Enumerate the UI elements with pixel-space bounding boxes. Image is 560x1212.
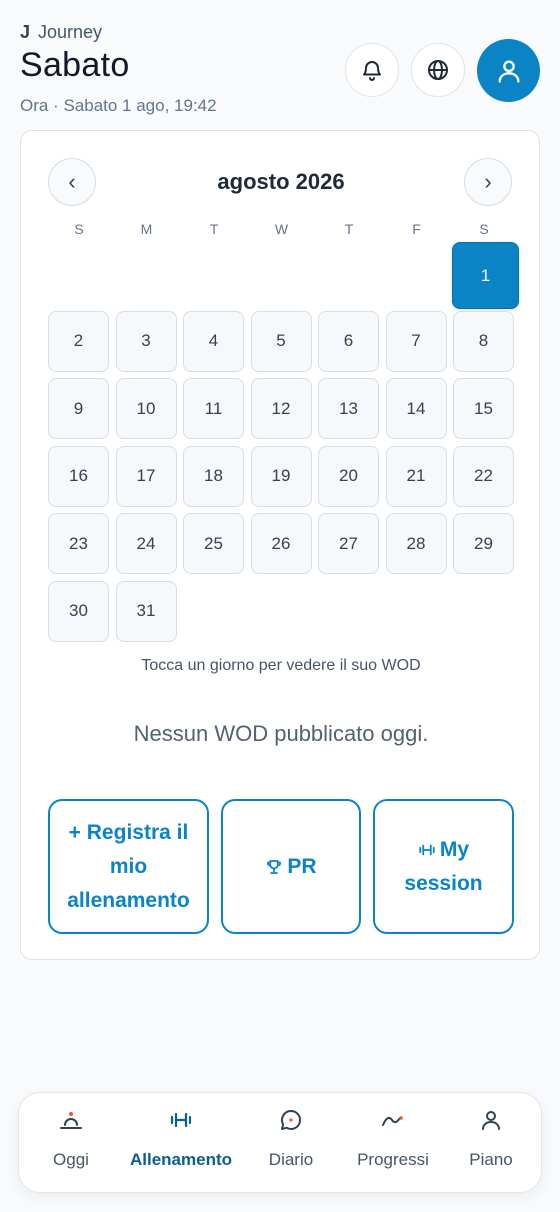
- calendar-day[interactable]: 31: [115, 580, 177, 642]
- bell-icon: [363, 61, 381, 81]
- pr-label: PR: [287, 854, 317, 878]
- calendar-day[interactable]: 30: [48, 580, 109, 642]
- my-session-button[interactable]: My session: [373, 799, 514, 934]
- tab-diario[interactable]: Diario: [239, 1093, 343, 1193]
- my-session-label: My session: [404, 837, 483, 895]
- day-grid: 1 2 3 4 5 6 7 8 9 10 11 12 13 14 15 16 17 18 19 20 21 22 23 24 2…: [48, 242, 519, 643]
- calendar-day[interactable]: 9: [48, 378, 109, 439]
- calendar-day[interactable]: 12: [250, 378, 312, 439]
- notifications-button[interactable]: [345, 43, 399, 97]
- brand-logo: J: [20, 22, 31, 42]
- user-icon: [498, 59, 519, 83]
- weekday-label: M: [140, 221, 153, 237]
- calendar-day[interactable]: 17: [115, 445, 177, 507]
- wod-empty-message: Nessun WOD pubblicato oggi.: [133, 721, 429, 746]
- calendar-day[interactable]: 4: [183, 310, 244, 372]
- weekday-label: S: [74, 221, 84, 237]
- calendar-day[interactable]: 15: [453, 378, 514, 439]
- log-workout-button[interactable]: + Registra il mio allenamento: [48, 799, 209, 934]
- calendar-day[interactable]: 18: [183, 445, 244, 507]
- tab-label: Piano: [469, 1150, 513, 1169]
- tab-label: Diario: [268, 1150, 314, 1169]
- log-workout-label: + Registra il mio allenamento: [67, 820, 190, 912]
- weekday-label: W: [274, 221, 289, 237]
- weekday-label: S: [479, 221, 489, 237]
- dumbbell-icon: [170, 1112, 192, 1128]
- trend-line-icon: [382, 1116, 403, 1126]
- calendar-day[interactable]: 20: [318, 445, 379, 507]
- calendar-day[interactable]: 29: [453, 513, 514, 574]
- brand-name: Journey: [38, 22, 103, 42]
- bottom-navigation: Oggi Allenamento Diario Progressi Piano: [18, 1092, 542, 1193]
- language-button[interactable]: [411, 43, 465, 97]
- weekday-label: F: [412, 221, 421, 237]
- trophy-icon: [267, 860, 282, 874]
- tab-progressi[interactable]: Progressi: [341, 1093, 445, 1193]
- calendar-day-selected[interactable]: 1: [452, 242, 519, 309]
- dumbbell-icon: [419, 844, 435, 856]
- calendar-day[interactable]: 28: [385, 513, 447, 574]
- calendar-hint: Tocca un giorno per vedere il suo WOD: [141, 657, 421, 674]
- profile-button[interactable]: [477, 39, 540, 102]
- tab-oggi[interactable]: Oggi: [19, 1093, 123, 1193]
- calendar-day[interactable]: 8: [453, 310, 514, 372]
- calendar-day[interactable]: 5: [250, 310, 312, 372]
- calendar-day[interactable]: 24: [115, 513, 177, 574]
- sunrise-icon: [60, 1112, 82, 1129]
- calendar-day[interactable]: 22: [453, 445, 514, 507]
- calendar-day[interactable]: 16: [48, 445, 109, 507]
- header: J Journey Sabato Ora · Sabato 1 ago, 19:…: [20, 20, 540, 120]
- action-buttons: + Registra il mio allenamento PR My sess…: [48, 799, 514, 934]
- calendar-card: ‹ agosto 2026 › SMTWTFS 1 2 3 4 5 6 7 8 9 10 11 12 1…: [20, 130, 540, 960]
- calendar-day[interactable]: 2: [48, 310, 109, 372]
- calendar-day[interactable]: 14: [385, 378, 447, 439]
- next-month-button[interactable]: ›: [464, 158, 512, 206]
- weekday-label: T: [209, 221, 219, 237]
- calendar-day[interactable]: 11: [183, 378, 244, 439]
- calendar-day[interactable]: 27: [318, 513, 379, 574]
- brand: J Journey: [20, 22, 102, 43]
- chat-bubble-icon: [281, 1109, 302, 1130]
- calendar-day[interactable]: 19: [250, 445, 312, 507]
- tab-label: Allenamento: [129, 1150, 233, 1169]
- current-time: Ora · Sabato 1 ago, 19:42: [20, 96, 217, 115]
- tab-allenamento[interactable]: Allenamento: [129, 1093, 233, 1193]
- calendar-day[interactable]: 3: [115, 310, 177, 372]
- calendar-day[interactable]: 26: [250, 513, 312, 574]
- calendar-day[interactable]: 10: [115, 378, 177, 439]
- tab-label: Progressi: [357, 1150, 429, 1169]
- tab-label: Oggi: [53, 1150, 89, 1169]
- globe-icon: [428, 60, 448, 80]
- calendar-day[interactable]: 23: [48, 513, 109, 574]
- page-title: Sabato: [20, 46, 130, 84]
- calendar-day[interactable]: 13: [318, 378, 379, 439]
- weekday-label: T: [344, 221, 354, 237]
- tab-piano[interactable]: Piano: [439, 1093, 543, 1193]
- calendar-day[interactable]: 7: [385, 310, 447, 372]
- calendar-day[interactable]: 25: [183, 513, 244, 574]
- calendar-day[interactable]: 21: [385, 445, 447, 507]
- pr-button[interactable]: PR: [221, 799, 361, 934]
- month-title: agosto 2026: [217, 169, 345, 194]
- user-icon: [482, 1111, 500, 1130]
- calendar-day[interactable]: 6: [318, 310, 379, 372]
